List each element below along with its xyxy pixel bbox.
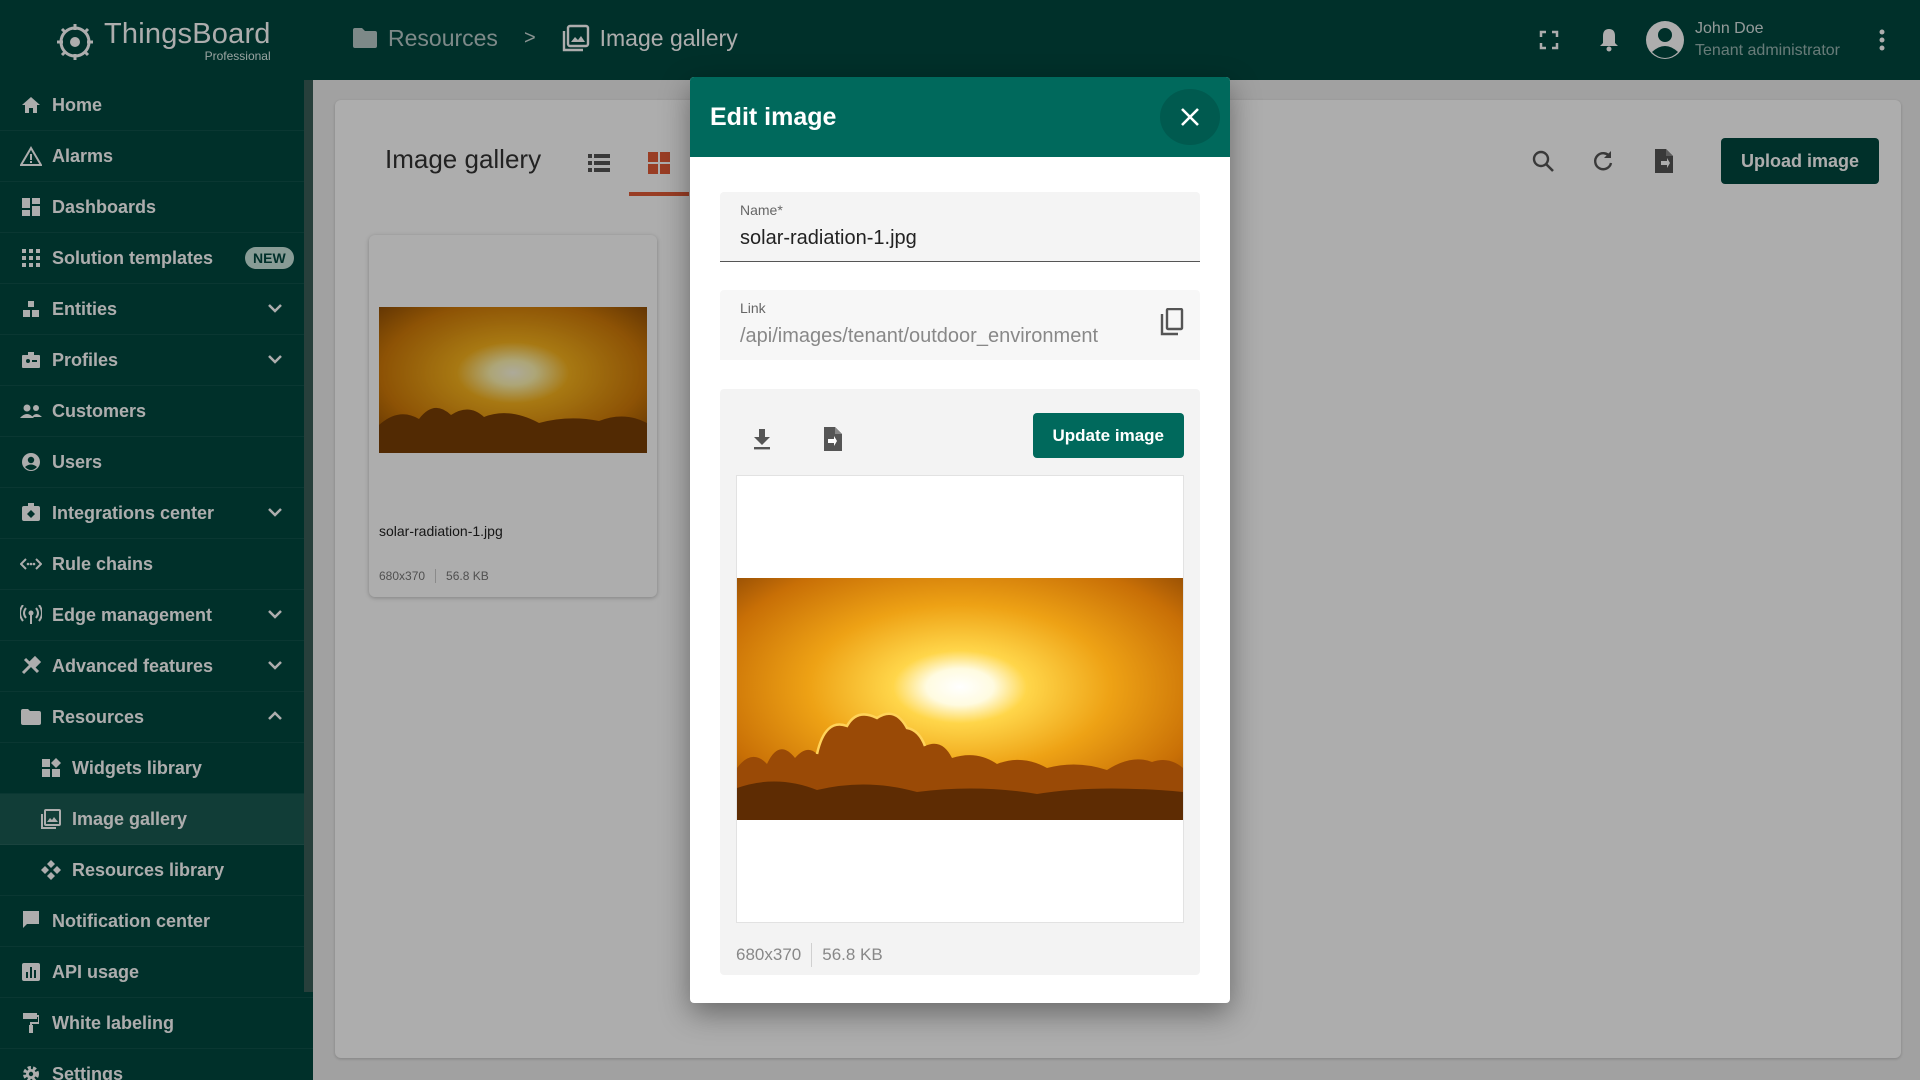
image-panel: Update image 680x370 56.8 KB — [720, 389, 1200, 975]
export-button[interactable] — [810, 417, 854, 461]
dialog-header: Edit image — [690, 77, 1230, 157]
name-field-label: Name* — [740, 202, 783, 218]
copy-icon — [1160, 307, 1184, 336]
download-button[interactable] — [740, 417, 784, 461]
name-field[interactable]: Name* solar-radiation-1.jpg — [720, 192, 1200, 262]
close-button[interactable] — [1160, 89, 1220, 145]
link-value: /api/images/tenant/outdoor_environment — [740, 325, 1099, 347]
image-meta: 680x370 56.8 KB — [736, 943, 883, 967]
name-input[interactable]: solar-radiation-1.jpg — [740, 227, 917, 250]
edit-image-dialog: Edit image Name* solar-radiation-1.jpg L… — [690, 77, 1230, 1003]
dialog-title: Edit image — [710, 102, 837, 131]
file-export-icon — [824, 427, 842, 451]
download-icon — [754, 429, 770, 450]
image-size: 56.8 KB — [822, 945, 883, 964]
copy-link-button[interactable] — [1160, 307, 1184, 341]
link-field-label: Link — [740, 300, 766, 316]
close-icon — [1181, 108, 1199, 126]
meta-divider — [811, 943, 813, 967]
image-dimensions: 680x370 — [736, 945, 802, 964]
update-image-button[interactable]: Update image — [1032, 413, 1184, 458]
image-tools — [740, 417, 880, 461]
image-preview — [736, 475, 1184, 923]
sun-image-preview — [737, 578, 1183, 820]
link-field: Link /api/images/tenant/outdoor_environm… — [720, 290, 1200, 360]
